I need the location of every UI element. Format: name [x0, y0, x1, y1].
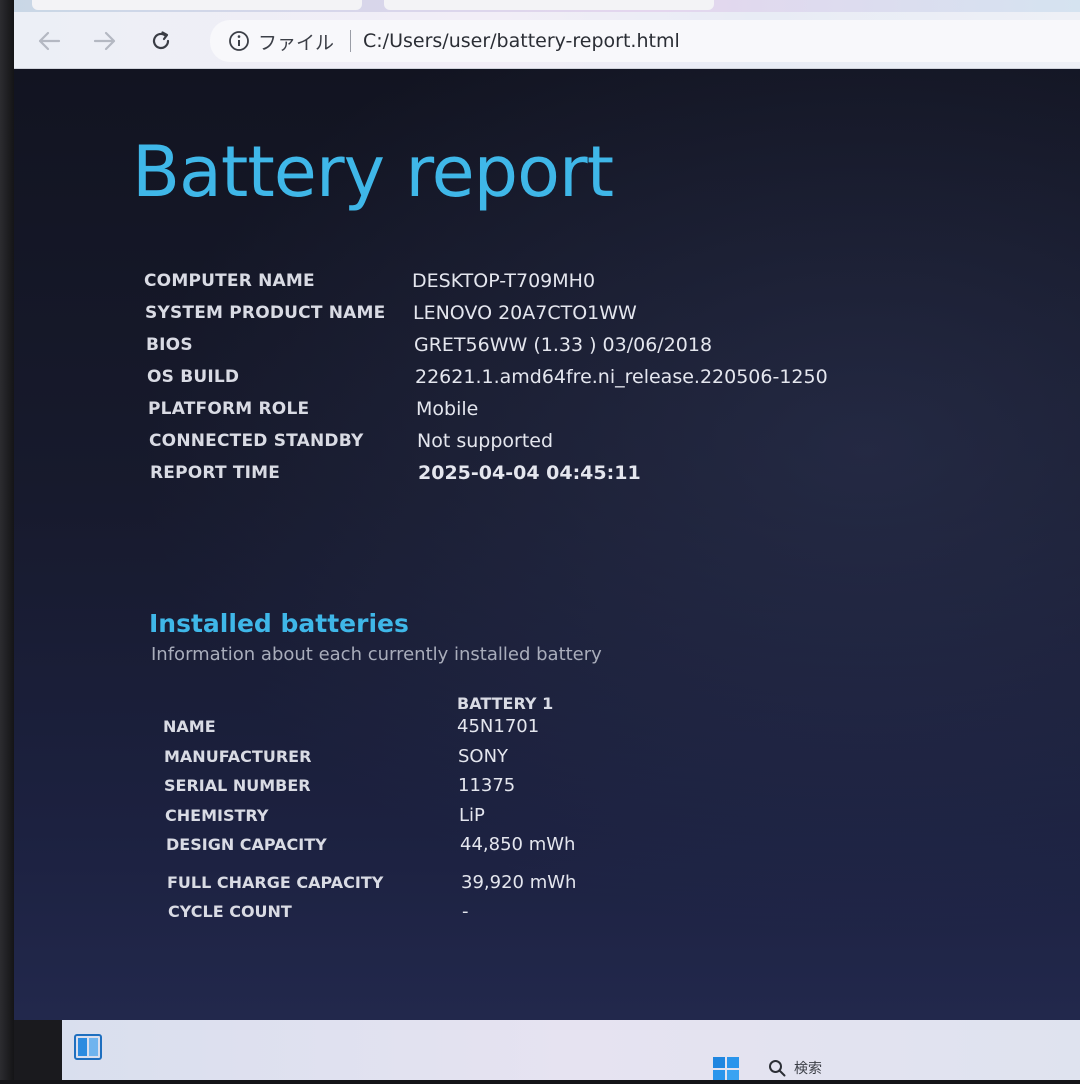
search-label: 検索 — [794, 1061, 822, 1077]
battery-label: CYCLE COUNT — [168, 902, 292, 921]
battery-label: MANUFACTURER — [164, 746, 312, 766]
battery-row: CHEMISTRY LiP — [165, 804, 765, 836]
reload-icon — [152, 31, 170, 50]
battery-label: CHEMISTRY — [165, 805, 269, 825]
system-info-row: BIOS GRET56WW (1.33 ) 03/06/2018 — [146, 334, 846, 367]
search-icon — [769, 1060, 786, 1077]
battery-report-page: Battery report COMPUTER NAME DESKTOP-T70… — [14, 69, 1080, 1020]
url-text[interactable]: C:/Users/user/battery-report.html — [363, 30, 680, 52]
battery-column-header: BATTERY 1 — [457, 694, 554, 713]
info-label: BIOS — [146, 335, 193, 355]
info-label: PLATFORM ROLE — [148, 399, 310, 419]
info-label: CONNECTED STANDBY — [149, 431, 364, 451]
info-value: GRET56WW (1.33 ) 03/06/2018 — [414, 334, 713, 356]
battery-info-table: NAME 45N1701 MANUFACTURER SONY SERIAL NU… — [163, 716, 766, 932]
battery-row: NAME 45N1701 — [163, 716, 763, 747]
battery-label: DESIGN CAPACITY — [166, 835, 327, 854]
info-label: COMPUTER NAME — [144, 271, 315, 291]
battery-row: CYCLE COUNT - — [168, 901, 768, 932]
info-value: Not supported — [417, 430, 554, 452]
windows-start-icon[interactable] — [712, 1056, 740, 1080]
info-value: 22621.1.amd64fre.ni_release.220506-1250 — [415, 366, 828, 388]
url-divider — [350, 30, 352, 52]
battery-value: 45N1701 — [457, 716, 540, 737]
battery-label: NAME — [163, 717, 216, 736]
battery-value: 11375 — [458, 775, 516, 796]
reload-button[interactable] — [146, 26, 176, 56]
system-info-row: OS BUILD 22621.1.amd64fre.ni_release.220… — [147, 366, 847, 399]
system-info-row: COMPUTER NAME DESKTOP-T709MH0 — [144, 270, 844, 303]
battery-label: SERIAL NUMBER — [164, 776, 311, 795]
battery-value: LiP — [459, 804, 485, 826]
back-button[interactable] — [34, 26, 64, 56]
info-label: REPORT TIME — [150, 463, 281, 483]
task-view-icon[interactable] — [74, 1034, 102, 1060]
address-bar[interactable]: ファイル C:/Users/user/battery-report.html — [210, 20, 1080, 62]
tab-strip — [14, 0, 1080, 12]
installed-batteries-subtitle: Information about each currently install… — [151, 644, 602, 665]
info-value: Mobile — [416, 398, 479, 420]
report-time-value: 2025-04-04 04:45:11 — [418, 462, 641, 484]
system-info-row: SYSTEM PRODUCT NAME LENOVO 20A7CTO1WW — [145, 302, 845, 335]
battery-value: 39,920 mWh — [461, 871, 577, 893]
monitor-edge — [0, 0, 14, 1080]
url-scheme-label: ファイル — [258, 31, 335, 54]
taskbar-search[interactable]: 検索 — [768, 1058, 822, 1078]
system-info-row: CONNECTED STANDBY Not supported — [149, 430, 849, 463]
battery-row: SERIAL NUMBER 11375 — [164, 775, 764, 806]
forward-button[interactable] — [90, 26, 120, 56]
battery-row: DESIGN CAPACITY 44,850 mWh — [166, 834, 766, 865]
info-icon[interactable] — [228, 30, 250, 52]
battery-label: FULL CHARGE CAPACITY — [167, 872, 384, 892]
system-info-row: REPORT TIME 2025-04-04 04:45:11 — [150, 462, 850, 495]
info-value: DESKTOP-T709MH0 — [412, 270, 596, 292]
info-label: SYSTEM PRODUCT NAME — [145, 303, 386, 323]
system-info-table: COMPUTER NAME DESKTOP-T709MH0 SYSTEM PRO… — [144, 270, 847, 495]
browser-toolbar: ファイル C:/Users/user/battery-report.html — [14, 12, 1080, 69]
page-title: Battery report — [132, 131, 614, 213]
battery-value: - — [462, 901, 469, 922]
back-arrow-icon — [38, 31, 61, 51]
battery-value: 44,850 mWh — [460, 834, 576, 855]
battery-row: MANUFACTURER SONY — [164, 745, 764, 777]
browser-tab[interactable] — [32, 0, 362, 10]
info-label: OS BUILD — [147, 367, 240, 387]
taskbar: 検索 — [62, 1020, 1080, 1080]
browser-tab[interactable] — [384, 0, 714, 10]
info-value: LENOVO 20A7CTO1WW — [413, 302, 637, 324]
battery-value: SONY — [458, 745, 509, 767]
forward-arrow-icon — [93, 31, 116, 51]
installed-batteries-heading: Installed batteries — [149, 609, 409, 638]
battery-row: FULL CHARGE CAPACITY 39,920 mWh — [167, 871, 767, 903]
system-info-row: PLATFORM ROLE Mobile — [148, 398, 848, 431]
